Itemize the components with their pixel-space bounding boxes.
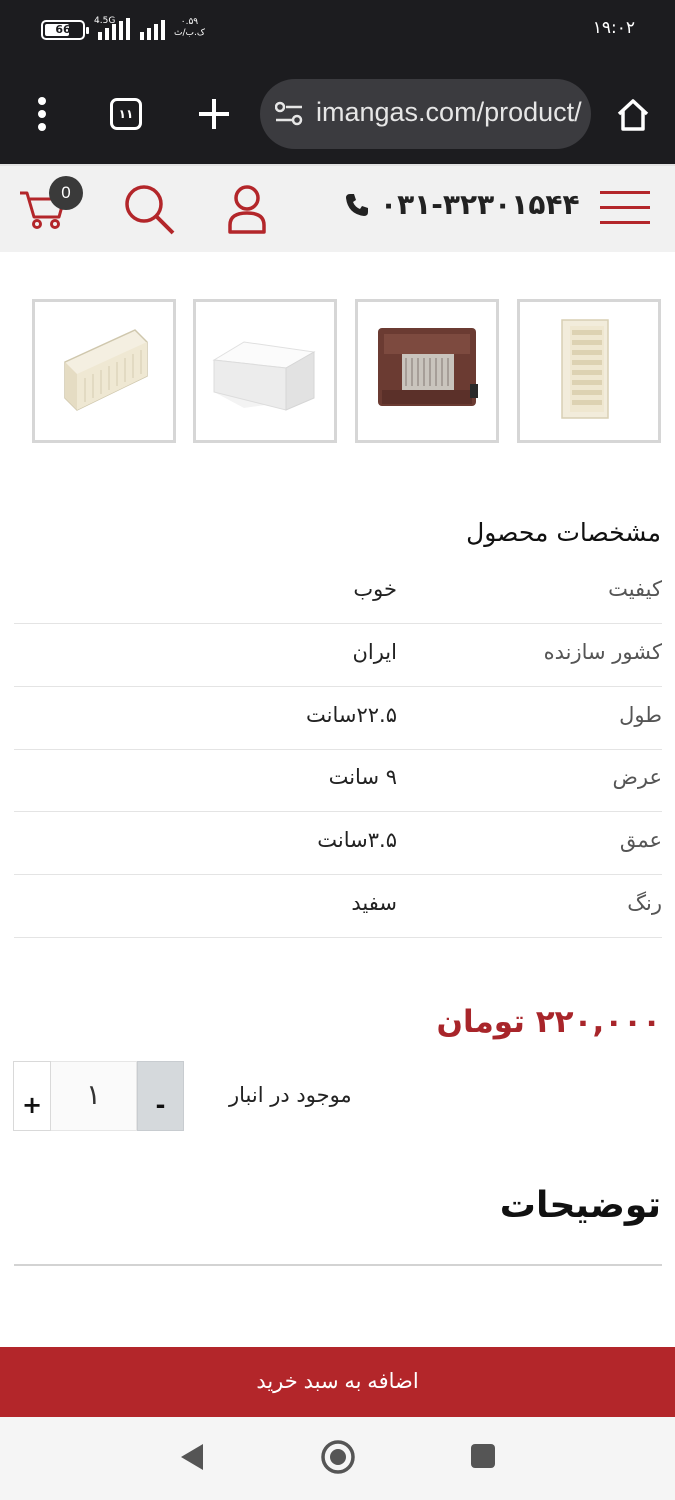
- phone-number[interactable]: ۰۳۱-۳۲۳۰۱۵۴۴: [380, 188, 580, 221]
- url-text[interactable]: imangas.com/product/: [316, 97, 582, 128]
- spec-key: عمق: [619, 828, 662, 852]
- spec-key: عرض: [612, 765, 662, 789]
- status-bar: 66 4.5G ۰.۵۹ ک.ب/ث ۱۹:۰۲: [0, 0, 675, 62]
- battery-icon: 66: [41, 20, 89, 40]
- spec-row-country: کشور سازنده ایران: [14, 624, 662, 687]
- quantity-decrease-button[interactable]: -: [137, 1061, 184, 1131]
- data-speed: ۰.۵۹ ک.ب/ث: [174, 17, 205, 39]
- divider: [14, 1264, 662, 1266]
- product-price: ۲۲۰,۰۰۰ تومان: [436, 1004, 661, 1040]
- description-title: توضیحات: [499, 1185, 661, 1226]
- data-speed-unit: ک.ب/ث: [174, 28, 205, 38]
- battery-percent: 66: [55, 23, 71, 36]
- spec-value: ۲۲.۵سانت: [306, 703, 397, 727]
- phone-icon: [346, 193, 368, 216]
- clock: ۱۹:۰۲: [592, 18, 635, 38]
- cart-count-badge: 0: [49, 176, 83, 210]
- spec-key: کشور سازنده: [543, 640, 662, 664]
- home-nav-icon[interactable]: [318, 1437, 358, 1477]
- spec-key: طول: [619, 703, 662, 727]
- site-header: 0 ۰۳۱-۳۲۳۰۱۵۴۴: [0, 164, 675, 252]
- product-thumbnail-1[interactable]: [32, 299, 176, 443]
- spec-row-color: رنگ سفید: [14, 875, 662, 938]
- stock-status: موجود در انبار: [229, 1083, 352, 1107]
- browser-toolbar: ۱۱ imangas.com/product/: [0, 62, 675, 164]
- product-image-1: [64, 329, 148, 411]
- address-bar[interactable]: imangas.com/product/: [260, 79, 591, 149]
- add-to-cart-button[interactable]: اضافه به سبد خرید: [0, 1347, 675, 1417]
- search-icon[interactable]: [120, 182, 178, 236]
- product-thumbnail-2[interactable]: [193, 299, 337, 443]
- specs-title: مشخصات محصول: [466, 518, 661, 547]
- spec-key: کیفیت: [608, 577, 662, 601]
- product-image-3: [378, 328, 478, 406]
- product-thumbnail-3[interactable]: [355, 299, 499, 443]
- new-tab-icon[interactable]: [194, 94, 234, 134]
- menu-dots-icon[interactable]: [24, 92, 60, 136]
- signal-strength-icon: [98, 18, 130, 40]
- system-nav-bar: [0, 1417, 675, 1500]
- spec-row-width: عرض ۹ سانت: [14, 749, 662, 812]
- spec-value: ایران: [352, 640, 397, 664]
- quantity-stepper: + ۱ -: [13, 1061, 184, 1131]
- spec-value: ۹ سانت: [328, 765, 397, 789]
- phone-contact[interactable]: ۰۳۱-۳۲۳۰۱۵۴۴: [344, 188, 580, 221]
- spec-value: ۳.۵سانت: [317, 828, 397, 852]
- recents-icon[interactable]: [466, 1439, 500, 1473]
- back-icon[interactable]: [176, 1439, 208, 1475]
- spec-row-depth: عمق ۳.۵سانت: [14, 812, 662, 875]
- product-image-4: [561, 319, 609, 419]
- spec-row-length: طول ۲۲.۵سانت: [14, 687, 662, 750]
- spec-row-quality: کیفیت خوب: [14, 561, 662, 624]
- spec-value: سفید: [351, 891, 397, 915]
- tabs-button[interactable]: ۱۱: [110, 98, 142, 130]
- quantity-increase-button[interactable]: +: [13, 1061, 51, 1131]
- spec-key: رنگ: [627, 891, 662, 915]
- home-icon[interactable]: [612, 94, 654, 136]
- product-thumbnail-4[interactable]: [517, 299, 661, 443]
- hamburger-icon[interactable]: [600, 188, 650, 228]
- quantity-input[interactable]: ۱: [51, 1061, 137, 1131]
- product-image-2: [212, 341, 316, 411]
- spec-value: خوب: [353, 577, 397, 601]
- user-icon[interactable]: [225, 182, 269, 236]
- site-info-icon[interactable]: [274, 99, 304, 129]
- data-speed-value: ۰.۵۹: [180, 17, 199, 27]
- signal-strength-2-icon: [140, 20, 165, 40]
